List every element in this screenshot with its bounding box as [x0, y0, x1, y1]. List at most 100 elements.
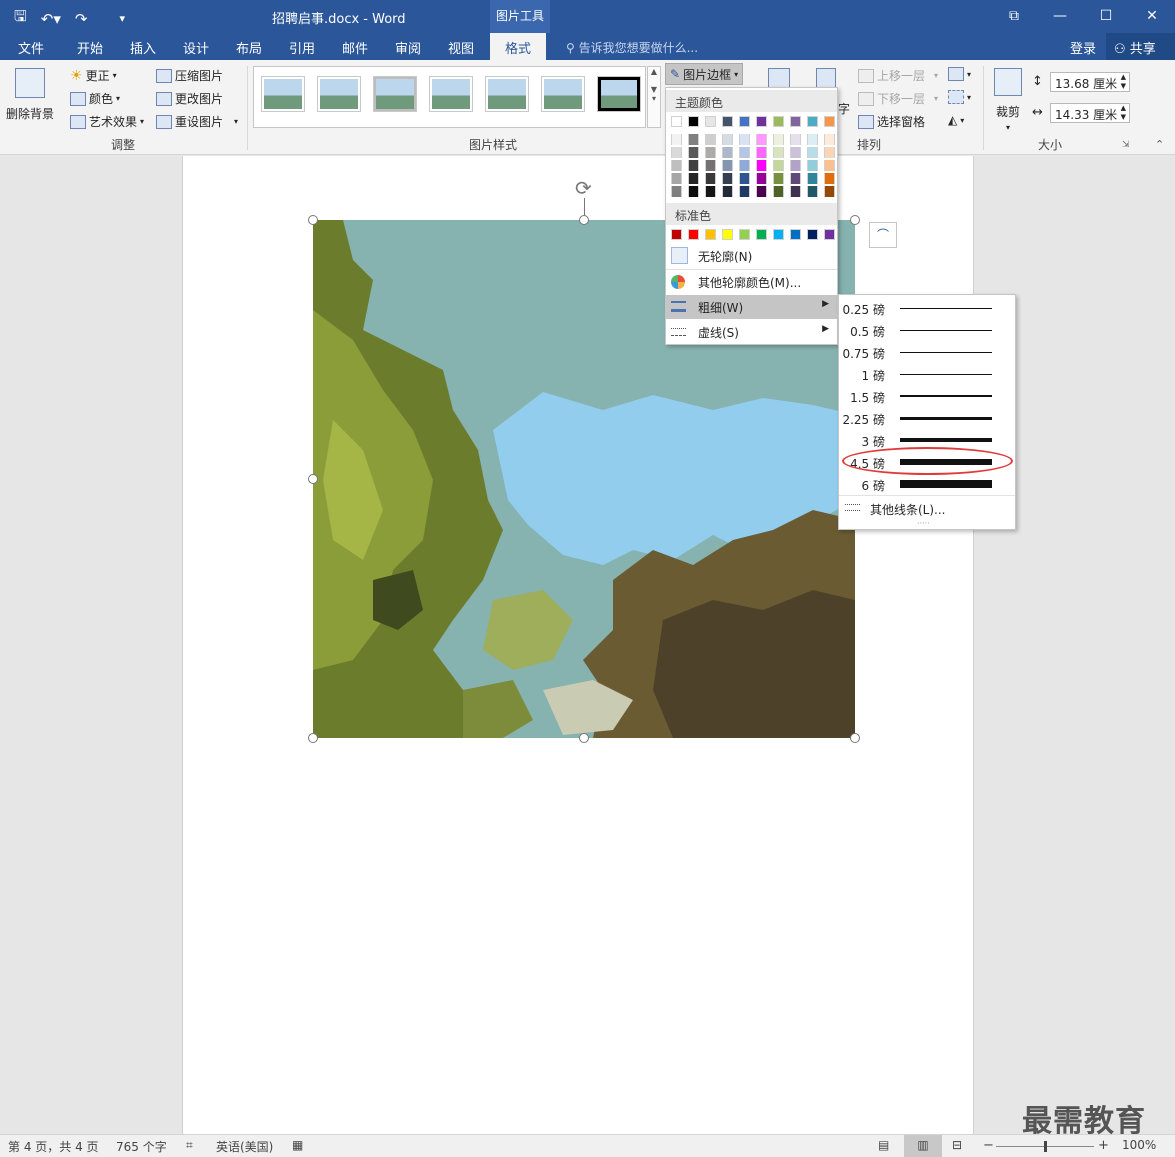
color-swatch[interactable] — [688, 147, 699, 158]
color-swatch[interactable] — [671, 173, 682, 184]
tell-me-search[interactable]: ⚲ 告诉我您想要做什么... — [566, 39, 698, 56]
weight-option[interactable]: 0.75 磅 — [839, 341, 1015, 363]
color-swatch[interactable] — [722, 173, 733, 184]
color-swatch[interactable] — [773, 229, 784, 240]
picture-style-thumb[interactable] — [598, 77, 640, 111]
color-swatch[interactable] — [688, 229, 699, 240]
color-swatch[interactable] — [688, 173, 699, 184]
picture-style-thumb[interactable] — [374, 77, 416, 111]
spinner-arrows-icon[interactable]: ▲ ▼ — [1121, 104, 1126, 122]
color-swatch[interactable] — [773, 173, 784, 184]
resize-handle[interactable] — [850, 215, 860, 225]
tab-mailings[interactable]: 邮件 — [342, 38, 368, 57]
color-swatch[interactable] — [688, 134, 699, 145]
color-swatch[interactable] — [705, 229, 716, 240]
more-lines-item[interactable]: 其他线条(L)... — [839, 495, 1015, 519]
tab-format[interactable]: 格式 — [490, 33, 547, 60]
tab-insert[interactable]: 插入 — [130, 38, 156, 57]
color-swatch[interactable] — [824, 160, 835, 171]
color-swatch[interactable] — [807, 173, 818, 184]
compress-pictures-button[interactable]: 压缩图片 — [156, 67, 223, 84]
color-swatch[interactable] — [705, 160, 716, 171]
resize-handle[interactable] — [579, 215, 589, 225]
color-swatch[interactable] — [790, 160, 801, 171]
color-swatch[interactable] — [756, 160, 767, 171]
weight-option[interactable]: 2.25 磅 — [839, 407, 1015, 429]
weight-option[interactable]: 1.5 磅 — [839, 385, 1015, 407]
tab-file[interactable]: 文件 — [18, 38, 44, 57]
weight-item[interactable]: 粗细(W) ▶ — [666, 295, 837, 319]
print-layout-icon[interactable]: ▥ — [904, 1135, 942, 1157]
color-swatch[interactable] — [722, 229, 733, 240]
color-swatch[interactable] — [705, 173, 716, 184]
color-swatch[interactable] — [824, 173, 835, 184]
tab-design[interactable]: 设计 — [183, 38, 209, 57]
color-swatch[interactable] — [739, 186, 750, 197]
color-swatch[interactable] — [773, 116, 784, 127]
color-swatch[interactable] — [790, 173, 801, 184]
color-swatch[interactable] — [671, 134, 682, 145]
gallery-scroll[interactable]: ▲ ▼ ▾ — [647, 66, 661, 128]
color-swatch[interactable] — [705, 134, 716, 145]
color-swatch[interactable] — [790, 134, 801, 145]
zoom-slider-thumb[interactable] — [1044, 1141, 1047, 1152]
color-swatch[interactable] — [756, 116, 767, 127]
color-swatch[interactable] — [705, 147, 716, 158]
picture-style-thumb[interactable] — [262, 77, 304, 111]
artistic-effects-button[interactable]: 艺术效果 ▾ — [70, 113, 144, 130]
resize-handle[interactable] — [308, 474, 318, 484]
color-swatch[interactable] — [824, 116, 835, 127]
color-swatch[interactable] — [722, 116, 733, 127]
color-swatch[interactable] — [773, 134, 784, 145]
color-swatch[interactable] — [671, 147, 682, 158]
login-link[interactable]: 登录 — [1070, 38, 1096, 57]
group-objects-button[interactable]: ▾ — [948, 90, 971, 104]
width-spinner[interactable]: 14.33 厘米 ▲ ▼ — [1050, 103, 1130, 123]
zoom-in-icon[interactable]: + — [1098, 1138, 1109, 1153]
tab-home[interactable]: 开始 — [77, 38, 103, 57]
more-outline-colors-item[interactable]: 其他轮廓颜色(M)... — [666, 270, 837, 294]
picture-border-button[interactable]: ✎ 图片边框 ▾ — [665, 63, 744, 85]
color-swatch[interactable] — [824, 229, 835, 240]
tab-references[interactable]: 引用 — [289, 38, 315, 57]
color-swatch[interactable] — [756, 186, 767, 197]
corrections-button[interactable]: ☀ 更正 ▾ — [70, 67, 117, 84]
color-swatch[interactable] — [722, 186, 733, 197]
collapse-ribbon-icon[interactable]: ⌃ — [1155, 138, 1164, 151]
color-swatch[interactable] — [773, 186, 784, 197]
zoom-level[interactable]: 100% — [1122, 1138, 1156, 1152]
resize-handle[interactable] — [308, 215, 318, 225]
macro-icon[interactable]: ▦ — [292, 1138, 303, 1152]
tab-layout[interactable]: 布局 — [236, 38, 262, 57]
picture-style-thumb[interactable] — [318, 77, 360, 111]
color-swatch[interactable] — [807, 160, 818, 171]
web-layout-icon[interactable]: ⊟ — [952, 1138, 962, 1152]
resize-handle[interactable] — [850, 733, 860, 743]
dashes-item[interactable]: 虚线(S) ▶ — [666, 320, 837, 344]
tab-view[interactable]: 视图 — [448, 38, 474, 57]
color-swatch[interactable] — [739, 160, 750, 171]
color-swatch[interactable] — [739, 116, 750, 127]
redo-icon[interactable]: ↷ — [75, 10, 88, 28]
spinner-arrows-icon[interactable]: ▲ ▼ — [1121, 73, 1126, 91]
color-swatch[interactable] — [705, 186, 716, 197]
color-swatch[interactable] — [756, 147, 767, 158]
color-swatch[interactable] — [671, 186, 682, 197]
color-swatch[interactable] — [688, 160, 699, 171]
change-picture-button[interactable]: 更改图片 — [156, 90, 223, 107]
remove-background-button[interactable]: 删除背景 — [6, 68, 54, 122]
color-button[interactable]: 颜色 ▾ — [70, 90, 120, 107]
bring-forward-button[interactable]: 上移一层 ▾ — [858, 67, 938, 84]
color-swatch[interactable] — [790, 116, 801, 127]
color-swatch[interactable] — [807, 134, 818, 145]
weight-option[interactable]: 0.5 磅 — [839, 319, 1015, 341]
color-swatch[interactable] — [807, 229, 818, 240]
color-swatch[interactable] — [790, 147, 801, 158]
color-swatch[interactable] — [756, 229, 767, 240]
weight-option[interactable]: 0.25 磅 — [839, 297, 1015, 319]
color-swatch[interactable] — [790, 186, 801, 197]
picture-style-thumb[interactable] — [542, 77, 584, 111]
color-swatch[interactable] — [739, 229, 750, 240]
height-spinner[interactable]: 13.68 厘米 ▲ ▼ — [1050, 72, 1130, 92]
weight-option[interactable]: 1 磅 — [839, 363, 1015, 385]
